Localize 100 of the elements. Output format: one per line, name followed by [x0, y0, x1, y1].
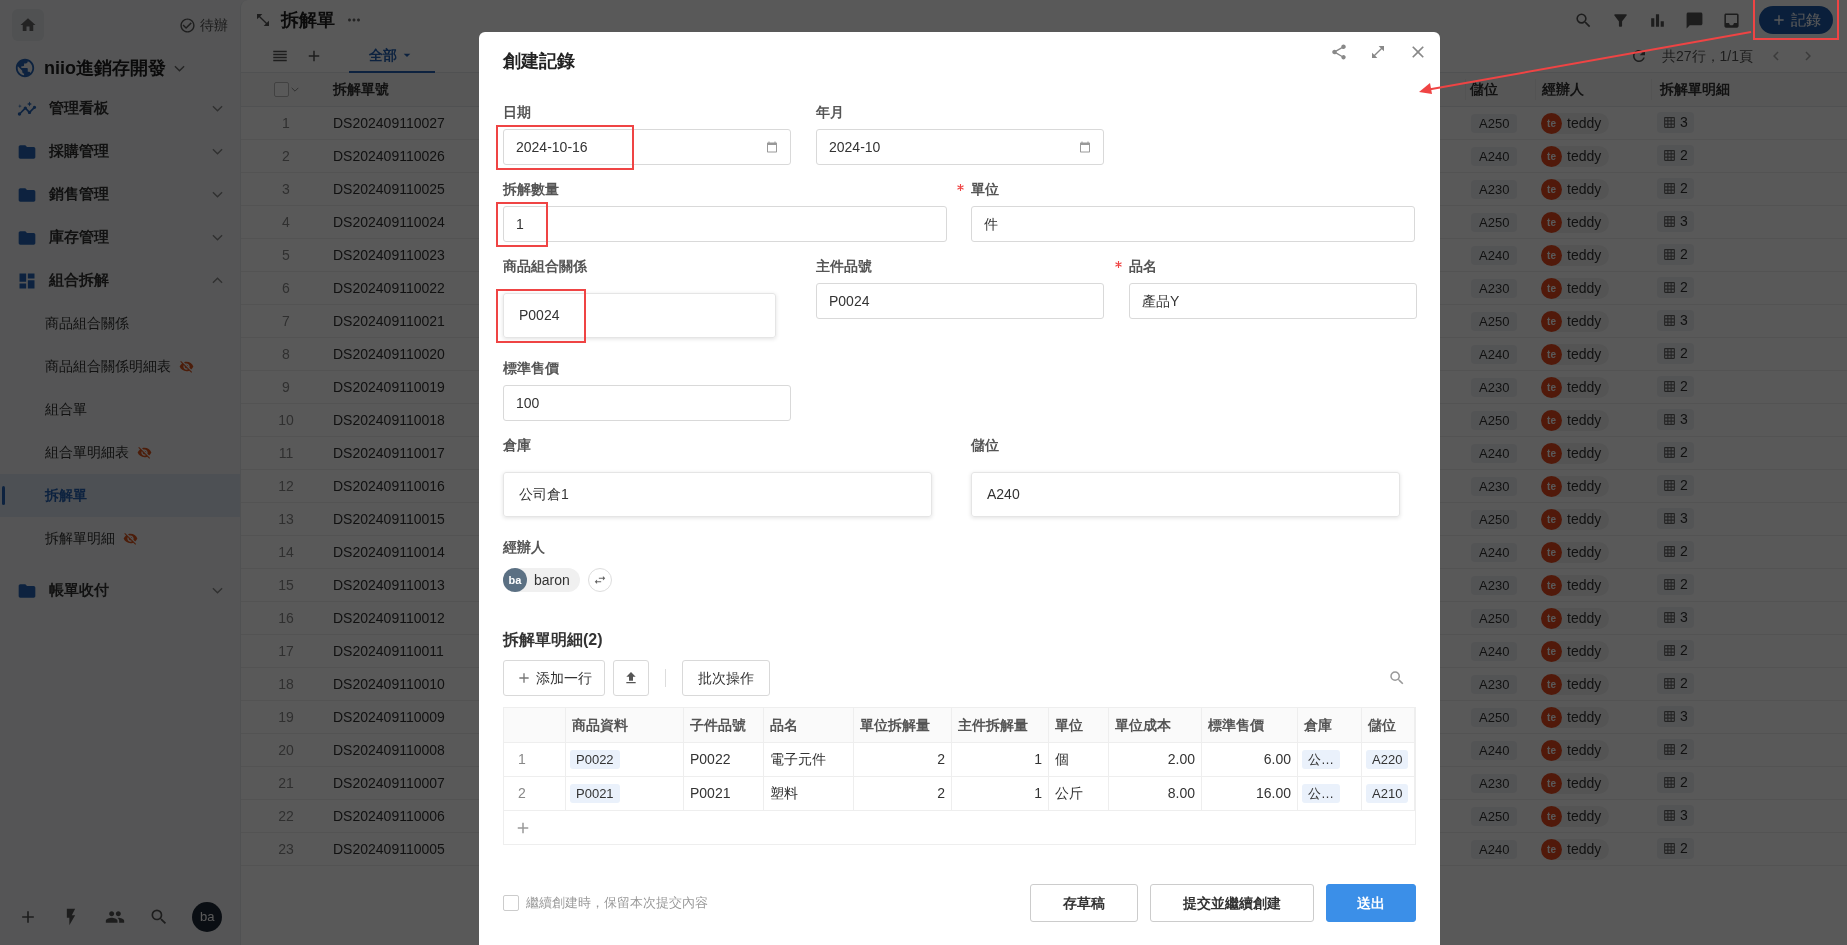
column-header: 儲位 — [1362, 708, 1415, 742]
table-icon — [1663, 511, 1676, 525]
detail-count-tag[interactable]: 2 — [1657, 276, 1694, 298]
detail-count-tag[interactable]: 2 — [1657, 771, 1694, 793]
bin-tag: A250 — [1471, 806, 1518, 826]
detail-count-tag[interactable]: 2 — [1657, 144, 1694, 166]
detail-count-tag[interactable]: 2 — [1657, 177, 1694, 199]
nav-group[interactable]: 採購管理 — [0, 130, 240, 173]
record-picker[interactable]: 公司倉1 — [503, 472, 932, 517]
upload-button[interactable] — [613, 660, 649, 696]
comment-icon[interactable] — [1685, 10, 1704, 30]
share-icon[interactable] — [1330, 43, 1348, 61]
input-field[interactable]: P0024 — [816, 283, 1104, 319]
table-cell: DS202409110013 — [333, 576, 445, 593]
record-picker[interactable]: A240 — [971, 472, 1400, 517]
dialog-button[interactable]: 送出 — [1326, 884, 1416, 922]
detail-count-tag[interactable]: 2 — [1657, 474, 1694, 496]
nav-group[interactable]: 帳單收付 — [0, 569, 240, 612]
select-all-checkbox[interactable] — [273, 82, 289, 97]
chevron-down-icon — [212, 105, 223, 112]
field-label: 倉庫 — [503, 435, 531, 455]
table-icon — [1663, 709, 1676, 723]
reference-tag[interactable]: P0021 — [570, 783, 620, 804]
reference-tag[interactable]: 公… — [1302, 783, 1340, 804]
detail-count-tag[interactable]: 2 — [1657, 639, 1694, 661]
column-header[interactable]: 儲位 — [1465, 79, 1535, 100]
search-icon[interactable] — [1574, 10, 1593, 30]
user-avatar[interactable]: ba — [192, 902, 223, 932]
chevron-down-icon — [212, 234, 223, 241]
table-cell: DS202409110019 — [333, 378, 445, 395]
column-header: 標準售價 — [1202, 708, 1298, 742]
input-field[interactable]: 產品Y — [1129, 283, 1417, 319]
user-chip[interactable]: ba baron — [503, 568, 580, 592]
detail-count-tag[interactable]: 3 — [1657, 111, 1694, 133]
detail-count-tag[interactable]: 2 — [1657, 540, 1694, 562]
detail-count-tag[interactable]: 2 — [1657, 837, 1694, 859]
nav-group[interactable]: 管理看板 — [0, 87, 240, 130]
detail-count-tag[interactable]: 2 — [1657, 243, 1694, 265]
nav-item[interactable]: 組合單明細表 — [0, 431, 240, 474]
table-icon — [1663, 313, 1676, 327]
add-row-button[interactable]: 添加一行 — [503, 660, 605, 696]
avatar: te — [1541, 740, 1562, 761]
detail-count-tag[interactable]: 3 — [1657, 309, 1694, 331]
detail-count-tag[interactable]: 3 — [1657, 408, 1694, 430]
detail-count-tag[interactable]: 2 — [1657, 672, 1694, 694]
detail-count-tag[interactable]: 3 — [1657, 507, 1694, 529]
reference-tag[interactable]: P0022 — [570, 749, 620, 770]
home-button[interactable] — [12, 9, 44, 41]
detail-count-tag[interactable]: 2 — [1657, 573, 1694, 595]
workspace-name: niio進銷存開發 — [44, 56, 166, 80]
reference-tag[interactable]: A210 — [1366, 783, 1409, 804]
detail-count-tag[interactable]: 2 — [1657, 441, 1694, 463]
dialog-button[interactable]: 提交並繼續創建 — [1150, 884, 1314, 922]
batch-operation-button[interactable]: 批次操作 — [682, 660, 770, 696]
table-cell: DS202409110017 — [333, 444, 445, 461]
detail-count-tag[interactable]: 2 — [1657, 738, 1694, 760]
detail-count-tag[interactable]: 3 — [1657, 606, 1694, 628]
dialog-button[interactable]: 存草稿 — [1030, 884, 1138, 922]
detail-count-tag[interactable]: 3 — [1657, 210, 1694, 232]
date-field[interactable]: 2024-10 — [816, 129, 1104, 165]
inbox-icon[interactable] — [1722, 10, 1741, 30]
nav-item[interactable]: 拆解單明細 — [0, 517, 240, 560]
date-field[interactable]: 2024-10-16 — [503, 129, 791, 165]
column-header[interactable]: 拆解單明細 — [1651, 79, 1847, 100]
avatar: te — [1541, 278, 1562, 299]
nav-item[interactable]: 組合單 — [0, 388, 240, 431]
detail-count-tag[interactable]: 2 — [1657, 375, 1694, 397]
table-cell: DS202409110023 — [333, 246, 445, 263]
nav-item[interactable]: 商品組合關係明細表 — [0, 345, 240, 388]
nav-item[interactable]: 拆解單 — [0, 474, 240, 517]
bin-tag: A250 — [1471, 608, 1518, 628]
detail-count-tag[interactable]: 3 — [1657, 804, 1694, 826]
nav-group[interactable]: 組合拆解 — [0, 259, 240, 302]
input-field[interactable]: 件 — [971, 206, 1415, 242]
reference-tag[interactable]: 公… — [1302, 749, 1340, 770]
table-icon — [1663, 577, 1676, 591]
bin-tag: A240 — [1471, 839, 1518, 859]
detail-count-tag[interactable]: 3 — [1657, 705, 1694, 727]
swap-icon — [592, 573, 607, 587]
checkbox[interactable] — [503, 895, 519, 911]
column-header[interactable]: 經辦人 — [1535, 79, 1651, 100]
nav-item[interactable]: 商品組合關係 — [0, 302, 240, 345]
search-icon[interactable] — [1388, 669, 1406, 687]
table-icon — [1663, 181, 1676, 195]
input-field[interactable]: 100 — [503, 385, 791, 421]
reference-tag[interactable]: A220 — [1366, 749, 1409, 770]
detail-count-tag[interactable]: 2 — [1657, 342, 1694, 364]
avatar: te — [1541, 146, 1562, 167]
fullscreen-icon[interactable] — [1370, 44, 1386, 60]
expand-icon[interactable] — [255, 12, 271, 28]
table-icon — [1663, 742, 1676, 756]
column-header[interactable]: 拆解單號 — [333, 81, 389, 97]
record-picker[interactable]: P0024 — [503, 293, 776, 338]
add-record-button[interactable]: 記錄 — [1759, 6, 1833, 34]
input-field[interactable]: 1 — [503, 206, 947, 242]
bin-tag: A240 — [1471, 542, 1518, 562]
nav-group[interactable]: 銷售管理 — [0, 173, 240, 216]
nav-group[interactable]: 庫存管理 — [0, 216, 240, 259]
column-header: 倉庫 — [1298, 708, 1362, 742]
user-chip: te teddy — [1541, 443, 1610, 464]
